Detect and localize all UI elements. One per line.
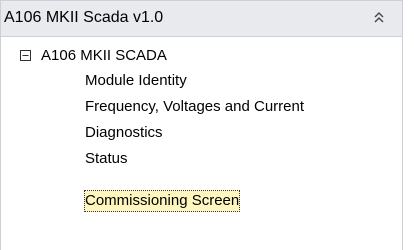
double-chevron-up-icon — [374, 11, 384, 23]
panel-title: A106 MKII Scada v1.0 — [4, 9, 164, 26]
tree-item-module-identity[interactable]: Module Identity — [84, 70, 188, 92]
tree-root-node[interactable]: A106 MKII SCADA — [20, 44, 167, 66]
collapse-node-button[interactable] — [20, 49, 31, 61]
scada-tree-panel: A106 MKII Scada v1.0 A106 MKII SCADA Mod… — [0, 0, 414, 250]
tree-root-label: A106 MKII SCADA — [41, 46, 167, 64]
collapse-button[interactable] — [371, 9, 387, 27]
panel-header: A106 MKII Scada v1.0 — [0, 0, 403, 37]
tree-item-commissioning-screen[interactable]: Commissioning Screen — [84, 190, 241, 212]
minus-box-icon — [20, 49, 31, 61]
tree-item-diagnostics[interactable]: Diagnostics — [84, 122, 164, 144]
tree-item-status[interactable]: Status — [84, 148, 129, 170]
tree-item-frequency-voltages-current[interactable]: Frequency, Voltages and Current — [84, 96, 305, 118]
tree-view: A106 MKII SCADA Module Identity Frequenc… — [0, 37, 403, 250]
